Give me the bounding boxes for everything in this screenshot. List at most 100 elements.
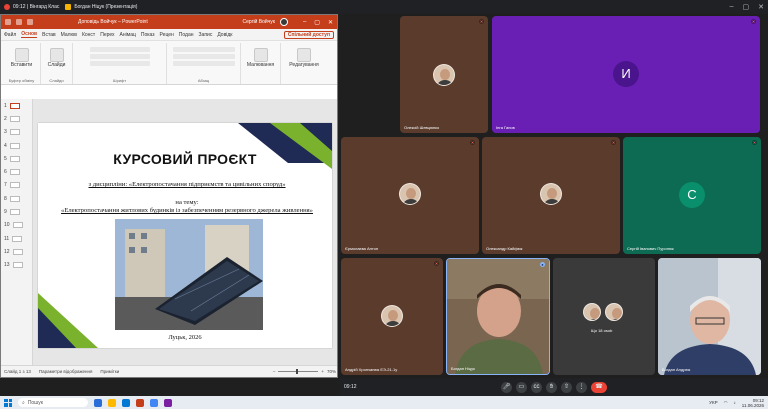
present-button[interactable]: ⇧ — [561, 381, 572, 393]
tab-file[interactable]: Файл — [4, 32, 16, 38]
slide-thumb[interactable]: 13 — [1, 259, 32, 272]
font-controls[interactable] — [89, 47, 150, 68]
tab-animations[interactable]: Анімац — [120, 32, 136, 38]
participant-tile[interactable]: ✕ Єрмолаєва Антон — [341, 137, 479, 254]
participant-avatar — [381, 305, 403, 327]
edge-icon[interactable] — [122, 398, 130, 407]
windows-start-icon[interactable] — [4, 398, 12, 407]
avatar[interactable] — [279, 18, 288, 26]
slide-topic: «Електропостачання житлових будинків із … — [61, 207, 313, 214]
slide-thumb[interactable]: 11 — [1, 232, 32, 245]
volume-icon[interactable]: ♪ — [734, 400, 736, 405]
participant-tile[interactable]: Богдан Андрюк — [658, 258, 761, 375]
search-input[interactable]: ⌕ Пошук — [18, 398, 88, 407]
slide-thumb[interactable]: 2 — [1, 112, 32, 125]
undo-icon[interactable] — [27, 19, 33, 25]
file-explorer-icon[interactable] — [108, 398, 116, 407]
tab-slideshow[interactable]: Показ — [141, 32, 155, 38]
maximize-icon[interactable]: ▢ — [743, 3, 750, 11]
close-icon[interactable]: ✕ — [758, 3, 764, 11]
tab-record[interactable]: Запис — [199, 32, 213, 38]
zoom-in-icon[interactable]: + — [321, 369, 324, 374]
language-indicator[interactable]: УКР — [709, 400, 717, 405]
tab-review[interactable]: Рецен — [160, 32, 174, 38]
drawing-icon[interactable] — [253, 48, 268, 62]
autosave-icon[interactable] — [5, 19, 11, 25]
tab-insert[interactable]: Встав — [42, 32, 56, 38]
mic-button[interactable]: 🎤︎ — [501, 381, 512, 393]
participant-name: Андрій Хропчанюк ЕЭ-21-1у — [345, 367, 398, 372]
clock[interactable]: 09:12 11.06.2026 — [742, 398, 764, 408]
participant-tile[interactable]: ✕ Олександр Кайфюк — [482, 137, 620, 254]
slide-thumb[interactable]: 1 — [1, 99, 32, 112]
paste-icon[interactable] — [14, 48, 29, 62]
camera-button[interactable]: ▭ — [516, 381, 527, 393]
slide[interactable]: КУРСОВИЙ ПРОЄКТ з дисципліни: «Електропо… — [38, 123, 332, 348]
slide-thumb[interactable]: 9 — [1, 205, 32, 218]
minimize-icon[interactable]: – — [303, 19, 306, 26]
slide-discipline: з дисципліни: «Електропостачання підприє… — [88, 181, 286, 188]
editing-icon[interactable] — [297, 48, 311, 62]
slide-thumb[interactable]: 3 — [1, 126, 32, 139]
participant-tile[interactable]: И ✕ Інга Гапов — [492, 16, 760, 133]
slide-thumb[interactable]: 7 — [1, 179, 32, 192]
slide-editor[interactable]: КУРСОВИЙ ПРОЄКТ з дисципліни: «Електропо… — [33, 99, 337, 367]
raise-hand-button[interactable]: ✋︎ — [546, 381, 557, 393]
tab-view[interactable]: Подан — [179, 32, 194, 38]
more-options-button[interactable]: ⋮ — [576, 381, 587, 393]
participant-count: Що 18 osob — [591, 328, 613, 333]
tab-label: 09:12 | Вінгард Клас — [13, 4, 60, 10]
save-icon[interactable] — [16, 19, 22, 25]
slide-thumb[interactable]: 8 — [1, 192, 32, 205]
paragraph-controls[interactable] — [172, 47, 235, 68]
taskview-icon[interactable] — [94, 398, 102, 407]
slide-number: 6 — [4, 169, 7, 176]
captions-button[interactable]: cc — [531, 381, 542, 393]
editing-button[interactable]: Редагування — [289, 62, 318, 68]
share-button[interactable]: Спільний доступ — [283, 30, 334, 39]
mic-muted-icon: ✕ — [470, 140, 475, 145]
participant-tile[interactable]: ✕ Андрій Хропчанюк ЕЭ-21-1у — [341, 258, 443, 375]
end-call-button[interactable]: ☎︎ — [591, 381, 607, 393]
participant-tile-speaking[interactable]: ● Богдан Ніцук — [446, 258, 550, 375]
chrome-icon[interactable] — [150, 398, 158, 407]
maximize-icon[interactable]: ▢ — [314, 19, 320, 26]
notes-button[interactable]: Примітки — [100, 369, 119, 374]
drawing-button[interactable]: Малювання — [247, 62, 274, 68]
font-group: Шрифт — [73, 43, 167, 84]
browser-tab[interactable]: 09:12 | Вінгард Клас — [4, 4, 59, 10]
user-name[interactable]: Сергій Войчук — [242, 19, 275, 25]
powerpoint-icon[interactable] — [136, 398, 144, 407]
slide-thumb[interactable]: 10 — [1, 219, 32, 232]
participant-tile[interactable]: ✕ Олексій Шевцюнко — [400, 16, 488, 133]
new-slide-icon[interactable] — [49, 48, 64, 62]
app-icon[interactable] — [164, 398, 172, 407]
view-params-button[interactable]: Параметри відображення — [39, 369, 93, 374]
zoom-out-icon[interactable]: – — [273, 369, 276, 374]
thumb-preview — [9, 195, 20, 202]
slide-counter: Слайд 1 з 13 — [4, 369, 31, 374]
meet-controls: 09:12 🎤︎ ▭ cc ✋︎ ⇧ ⋮ ☎︎ — [340, 378, 768, 396]
participant-tile[interactable]: Що 18 osob — [553, 258, 655, 375]
slide-number: 3 — [4, 129, 7, 136]
zoom-control[interactable]: – + 70% — [273, 369, 336, 374]
slide-thumb[interactable]: 12 — [1, 245, 32, 258]
slide-title: КУРСОВИЙ ПРОЄКТ — [113, 151, 257, 167]
thumb-preview — [9, 155, 20, 162]
zoom-slider[interactable] — [278, 369, 319, 374]
tab-help[interactable]: Довідк — [217, 32, 232, 38]
minimize-icon[interactable]: – — [730, 3, 734, 11]
browser-tab[interactable]: Богдан Ніцук (Презентація) — [65, 4, 137, 10]
slides-button[interactable]: Слайди — [48, 62, 66, 68]
slide-thumb[interactable]: 5 — [1, 152, 32, 165]
tab-design[interactable]: Конст — [82, 32, 95, 38]
tab-draw[interactable]: Малюв — [61, 32, 77, 38]
wifi-icon[interactable]: ◠ — [724, 400, 728, 406]
close-icon[interactable]: ✕ — [328, 19, 333, 26]
tab-home[interactable]: Основ — [21, 31, 38, 38]
slide-thumb[interactable]: 4 — [1, 139, 32, 152]
participant-tile[interactable]: С ✕ Сергій Іванович Пуронюк — [623, 137, 761, 254]
paste-button[interactable]: Вставити — [11, 62, 32, 68]
slide-thumb[interactable]: 6 — [1, 165, 32, 178]
tab-transitions[interactable]: Перех — [100, 32, 114, 38]
